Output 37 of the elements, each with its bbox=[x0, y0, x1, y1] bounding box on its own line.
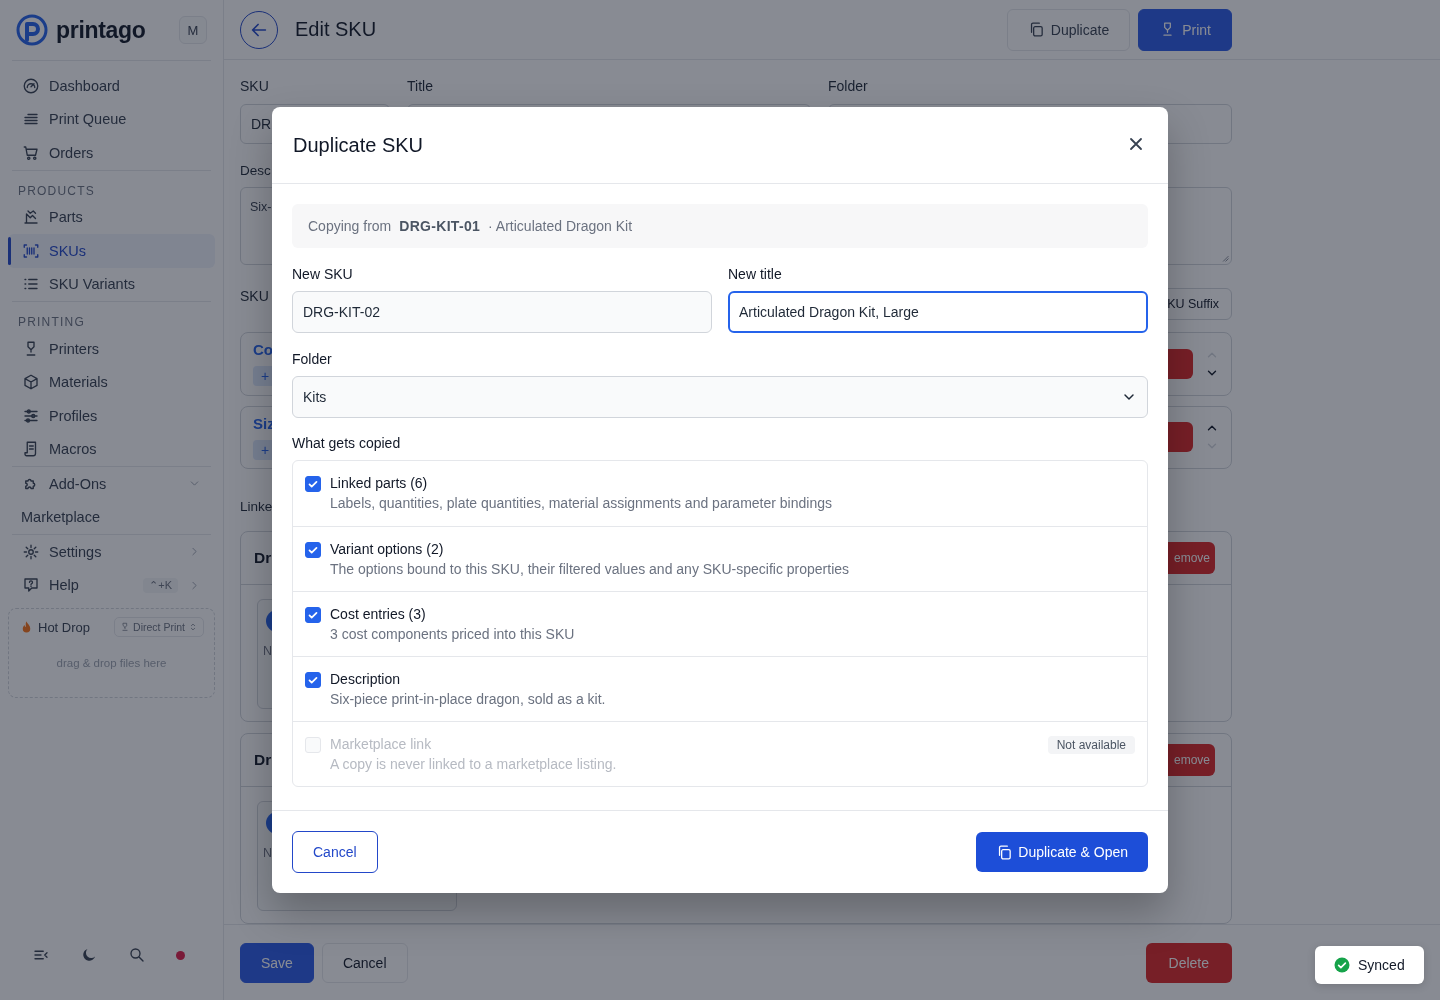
option-label: Marketplace link bbox=[330, 736, 433, 752]
option-title: Co bbox=[253, 341, 274, 359]
section-heading: PRINTING bbox=[17, 314, 86, 331]
source-label: Copying from bbox=[308, 218, 392, 234]
part-note: N bbox=[263, 644, 273, 658]
brand-name: printago bbox=[56, 16, 146, 44]
option-description: The options bound to this SKU, their filtered values and any SKU-specific properties bbox=[330, 561, 850, 577]
option-description: A copy is never linked to a marketplace listing. bbox=[330, 756, 617, 772]
source-title: · Articulated Dragon Kit bbox=[488, 218, 633, 234]
field-label: Title bbox=[407, 78, 434, 94]
dialog-title: Duplicate SKU bbox=[293, 133, 424, 157]
shortcut-hint: ⌃+K bbox=[143, 577, 178, 593]
option-description: 3 cost components priced into this SKU bbox=[330, 626, 575, 642]
section-label: Linke bbox=[240, 499, 273, 514]
field-label: Folder bbox=[828, 78, 869, 94]
status-badge: Not available bbox=[1047, 736, 1135, 754]
toast-text: Synced bbox=[1358, 957, 1405, 973]
option-label: Description bbox=[330, 671, 402, 687]
option-label: Variant options (2) bbox=[330, 541, 445, 557]
section-heading: PRODUCTS bbox=[17, 182, 96, 200]
field-label: Desc bbox=[240, 163, 271, 178]
field-label: New SKU bbox=[292, 266, 354, 282]
field-label: New title bbox=[728, 266, 783, 282]
part-note: N bbox=[263, 846, 273, 860]
part-title: Dr bbox=[254, 751, 272, 769]
part-title: Dr bbox=[254, 549, 272, 567]
field-label: SKU bbox=[240, 78, 270, 94]
section-label: SKU bbox=[240, 288, 269, 305]
field-label: Folder bbox=[292, 351, 333, 367]
source-sku: DRG-KIT-01 bbox=[399, 218, 481, 234]
section-label: What gets copied bbox=[292, 435, 402, 451]
page-title: Edit SKU bbox=[295, 18, 377, 41]
option-label: Cost entries (3) bbox=[330, 606, 427, 622]
option-label: Linked parts (6) bbox=[330, 475, 429, 491]
option-description: Labels, quantities, plate quantities, material assignments and parameter bindings bbox=[330, 495, 832, 511]
option-description: Six-piece print-in-place dragon, sold as a kit. bbox=[330, 691, 606, 707]
drop-zone-title: Hot Drop bbox=[38, 619, 91, 635]
